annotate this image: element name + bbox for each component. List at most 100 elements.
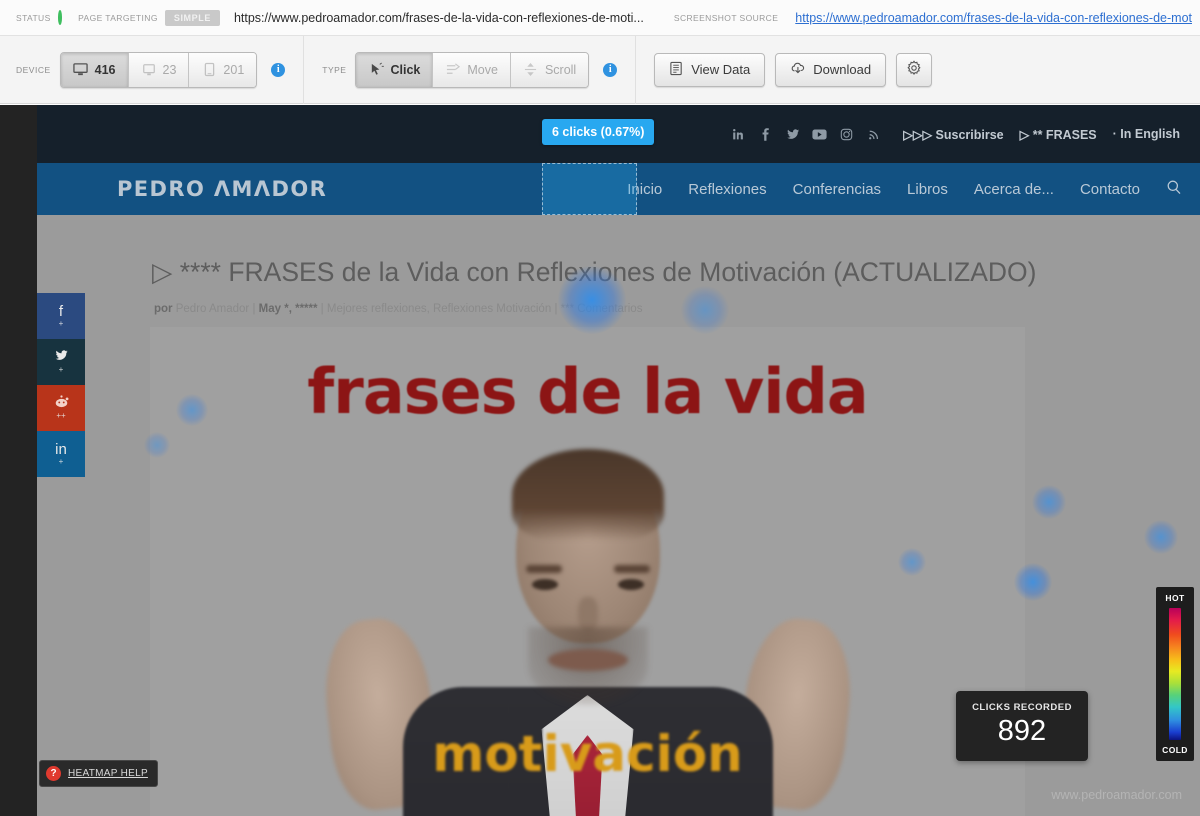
mouth: [547, 649, 628, 671]
share-facebook-count: +: [58, 318, 64, 328]
facebook-icon[interactable]: [752, 127, 779, 141]
eye-right: [617, 579, 644, 590]
share-linkedin-count: +: [58, 456, 64, 466]
instagram-icon[interactable]: [833, 128, 860, 141]
mobile-icon: [201, 62, 217, 78]
site-logo[interactable]: PEDRO ΛMΛDOR: [117, 177, 327, 201]
share-facebook-button[interactable]: f +: [37, 293, 85, 339]
target-url: https://www.pedroamador.com/frases-de-la…: [233, 10, 644, 25]
article-comments[interactable]: *** Comentarios: [561, 303, 643, 315]
site-nav: PEDRO ΛMΛDOR Inicio Reflexiones Conferen…: [37, 163, 1200, 215]
brow-left: [525, 565, 562, 573]
list-icon: [669, 61, 684, 79]
scale-cold-label: COLD: [1162, 745, 1188, 755]
move-icon: [445, 62, 461, 78]
topbar-link-in-english[interactable]: · In English: [1113, 127, 1180, 141]
facebook-icon: f: [58, 302, 64, 320]
question-icon: ?: [46, 766, 61, 781]
type-info-icon[interactable]: i: [603, 62, 618, 77]
type-scroll-label: Scroll: [544, 62, 577, 77]
view-data-button[interactable]: View Data: [654, 52, 766, 87]
nav-item-inicio[interactable]: Inicio: [627, 181, 662, 198]
brow-right: [613, 565, 650, 573]
device-mobile-count: 201: [223, 62, 245, 77]
share-reddit-button[interactable]: ++: [37, 385, 85, 431]
heatmap-viewport: ▷▷▷ Suscribirse ▷ ** FRASES · In English…: [0, 105, 1200, 816]
device-info-icon[interactable]: i: [271, 62, 286, 77]
type-scroll-button[interactable]: Scroll: [510, 52, 589, 87]
type-click-button[interactable]: Click: [356, 52, 434, 87]
type-button-group: Click Move Scroll: [355, 51, 590, 88]
article-author[interactable]: Pedro Amador: [176, 303, 250, 315]
page-watermark: www.pedroamador.com: [1051, 788, 1182, 802]
download-label: Download: [813, 62, 872, 77]
hero-title: frases de la vida: [307, 355, 868, 428]
status-ok-icon: [57, 10, 63, 25]
clicks-recorded-label: CLICKS RECORDED: [972, 702, 1072, 713]
eye-left: [531, 579, 558, 590]
device-button-group: 416 23 201: [59, 51, 258, 88]
hero-image: frases de la vida motivación: [150, 327, 1025, 816]
toolbar: DEVICE 416 23 201 i TYPE Click Move Scro…: [0, 35, 1200, 104]
viewport-left-gutter: [0, 105, 37, 816]
targeting-mode-badge[interactable]: SIMPLE: [164, 9, 220, 26]
youtube-icon[interactable]: [806, 128, 833, 141]
clicks-recorded-card: CLICKS RECORDED 892: [956, 691, 1088, 761]
settings-button[interactable]: [896, 52, 933, 87]
article-meta-by: por: [154, 303, 173, 315]
device-desktop-button[interactable]: 416: [60, 52, 129, 87]
rss-icon[interactable]: [860, 128, 887, 141]
heat-scale-legend: HOT COLD: [1156, 587, 1194, 761]
site-nav-items: Inicio Reflexiones Conferencias Libros A…: [627, 179, 1182, 200]
linkedin-icon: in: [55, 440, 67, 458]
heatmap-app: STATUS PAGE TARGETING SIMPLE https://www…: [0, 0, 1200, 816]
topbar-link-frases[interactable]: ▷ ** FRASES: [1020, 127, 1097, 142]
device-label: DEVICE: [16, 64, 51, 75]
cloud-download-icon: [790, 61, 806, 79]
divider: [635, 35, 637, 104]
page-targeting-label: PAGE TARGETING: [78, 12, 158, 23]
nav-item-contacto[interactable]: Contacto: [1080, 181, 1140, 198]
article-categories[interactable]: Mejores reflexiones, Reflexiones Motivac…: [327, 303, 551, 315]
device-tablet-button[interactable]: 23: [128, 52, 190, 87]
heatmap-help-button[interactable]: ? HEATMAP HELP: [39, 760, 158, 787]
screenshot-source-label: SCREENSHOT SOURCE: [673, 12, 779, 23]
hero-subtitle: motivación: [432, 725, 743, 783]
view-data-label: View Data: [691, 62, 751, 77]
nav-item-conferencias[interactable]: Conferencias: [793, 181, 881, 198]
divider: [303, 35, 305, 104]
twitter-icon: [54, 349, 69, 366]
scale-gradient-bar: [1169, 608, 1181, 740]
screenshot-source-url[interactable]: https://www.pedroamador.com/frases-de-la…: [795, 11, 1192, 25]
tablet-icon: [141, 62, 157, 78]
heatmap-tooltip: 6 clicks (0.67%): [542, 119, 655, 145]
cursor-click-icon: [368, 62, 384, 78]
type-label: TYPE: [322, 64, 347, 75]
device-tablet-count: 23: [162, 62, 177, 77]
gear-icon: [906, 60, 922, 79]
status-label: STATUS: [16, 12, 51, 23]
twitter-icon[interactable]: [779, 128, 806, 141]
desktop-icon: [73, 62, 89, 78]
device-desktop-count: 416: [94, 62, 116, 77]
hair: [511, 449, 664, 541]
scroll-icon: [523, 62, 539, 78]
article-meta: por Pedro Amador | May *, ***** | Mejore…: [154, 303, 643, 315]
share-twitter-count: +: [58, 365, 64, 375]
share-twitter-button[interactable]: +: [37, 339, 85, 385]
scale-hot-label: HOT: [1165, 593, 1185, 603]
device-mobile-button[interactable]: 201: [189, 52, 257, 87]
nav-item-libros[interactable]: Libros: [907, 181, 948, 198]
nav-item-reflexiones[interactable]: Reflexiones: [688, 181, 766, 198]
search-icon[interactable]: [1166, 179, 1182, 200]
status-bar: STATUS PAGE TARGETING SIMPLE https://www…: [0, 0, 1200, 36]
share-linkedin-button[interactable]: in +: [37, 431, 85, 477]
linkedin-icon[interactable]: [725, 128, 752, 141]
download-button[interactable]: Download: [775, 52, 887, 87]
type-move-button[interactable]: Move: [433, 52, 511, 87]
topbar-link-suscribirse[interactable]: ▷▷▷ Suscribirse: [903, 127, 1003, 142]
type-move-label: Move: [467, 62, 498, 77]
article-date: May *, *****: [258, 303, 318, 315]
nav-item-acerca-de[interactable]: Acerca de...: [974, 181, 1054, 198]
clicks-recorded-value: 892: [997, 715, 1047, 747]
